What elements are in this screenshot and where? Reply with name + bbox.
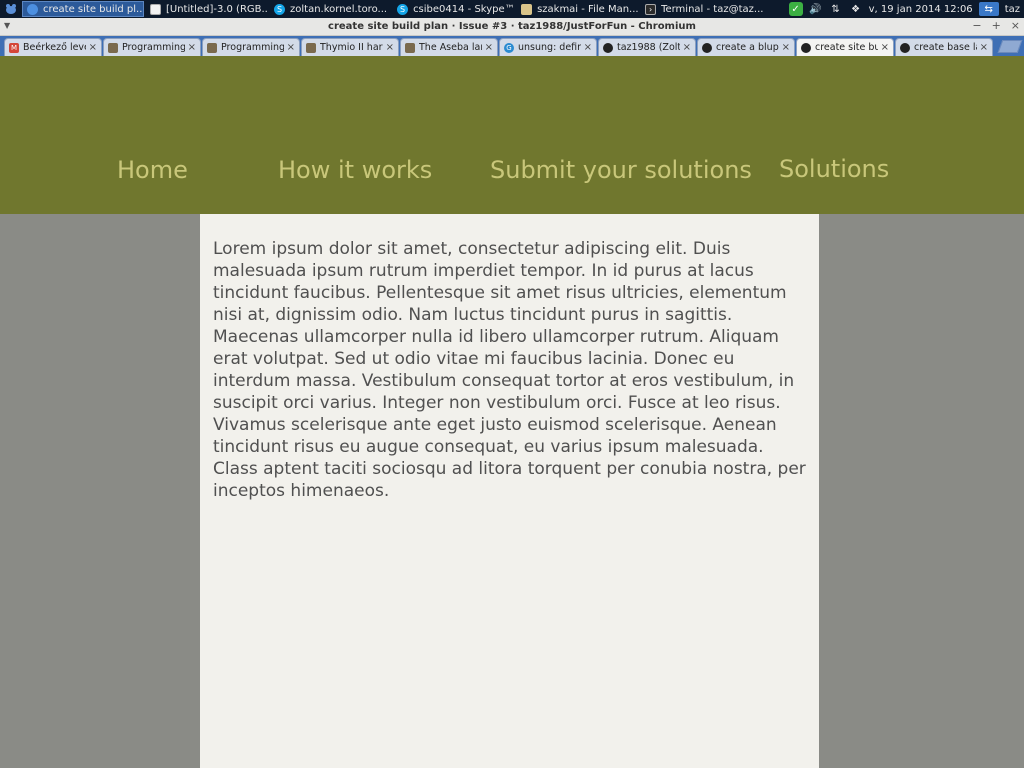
tab-title: The Aseba lar <box>419 42 482 53</box>
book-icon <box>207 42 217 53</box>
start-menu-button[interactable] <box>0 0 22 18</box>
browser-tab[interactable]: M Beérkező leve × <box>4 38 102 56</box>
window-title: create site build plan · Issue #3 · taz1… <box>328 21 696 32</box>
switch-user-icon[interactable]: ⇆ <box>978 2 999 16</box>
terminal-icon: › <box>645 3 657 15</box>
tab-title: Thymio II har <box>320 42 383 53</box>
taskbar-task-label: zoltan.kornel.toro... <box>290 3 388 15</box>
taskbar-task-terminal[interactable]: › Terminal - taz@taz... <box>641 1 763 17</box>
taskbar-task-label: [Untitled]-3.0 (RGB... <box>166 3 268 15</box>
chrome-icon <box>27 3 38 15</box>
browser-tab[interactable]: Programming × <box>202 38 300 56</box>
browser-tab[interactable]: G unsung: defir × <box>499 38 597 56</box>
main-content: Lorem ipsum dolor sit amet, consectetur … <box>200 214 819 768</box>
browser-tab[interactable]: create a blup × <box>697 38 795 56</box>
browser-tab[interactable]: The Aseba lar × <box>400 38 498 56</box>
dropbox-icon[interactable]: ❖ <box>849 2 863 16</box>
tab-title: create a blup <box>716 42 779 53</box>
taskbar-task-label: Terminal - taz@taz... <box>661 3 764 15</box>
book-icon <box>306 42 316 53</box>
taskbar-task-chromium[interactable]: create site build pl... <box>22 1 144 17</box>
tab-close-icon[interactable]: × <box>980 42 988 53</box>
body-text: Lorem ipsum dolor sit amet, consectetur … <box>213 239 806 501</box>
tab-title: Beérkező leve <box>23 42 86 53</box>
nav-submit-solutions-link[interactable]: Submit your solutions <box>490 156 752 184</box>
xfce-mouse-icon <box>6 4 16 14</box>
browser-tab-strip: M Beérkező leve × Programming × Programm… <box>0 36 1024 56</box>
github-icon <box>603 42 613 53</box>
minimize-icon[interactable]: − <box>972 19 981 32</box>
system-tray: ✓ 🔊 ⇅ ❖ v, 19 jan 2014 12:06 ⇆ taz <box>788 2 1024 16</box>
tab-title: unsung: defir <box>518 42 581 53</box>
gmail-icon: M <box>9 42 19 53</box>
update-check-icon[interactable]: ✓ <box>788 2 803 16</box>
tab-title: taz1988 (Zolt <box>617 42 680 53</box>
book-icon <box>108 42 118 53</box>
close-icon[interactable]: × <box>1011 19 1020 32</box>
tab-close-icon[interactable]: × <box>188 42 196 53</box>
tab-title: create base la <box>914 42 977 53</box>
tab-title: create site bu <box>815 42 878 53</box>
new-tab-button[interactable] <box>997 40 1023 53</box>
os-taskbar: create site build pl... [Untitled]-3.0 (… <box>0 0 1024 18</box>
window-titlebar: ▼ create site build plan · Issue #3 · ta… <box>0 18 1024 36</box>
tab-close-icon[interactable]: × <box>683 42 691 53</box>
github-icon <box>801 42 811 53</box>
book-icon <box>405 42 415 53</box>
skype-icon: S <box>397 3 409 15</box>
g-icon: G <box>504 42 514 53</box>
taskbar-task-skype-chat[interactable]: S zoltan.kornel.toro... <box>270 1 391 17</box>
tab-close-icon[interactable]: × <box>485 42 493 53</box>
browser-tab[interactable]: create base la × <box>895 38 993 56</box>
window-menu-icon[interactable]: ▼ <box>4 21 10 30</box>
skype-icon: S <box>274 3 285 15</box>
taskbar-task-skype[interactable]: S csibe0414 - Skype™ <box>393 1 515 17</box>
maximize-icon[interactable]: + <box>992 19 1001 32</box>
tab-title: Programming <box>122 42 185 53</box>
tab-close-icon[interactable]: × <box>287 42 295 53</box>
taskbar-task-label: create site build pl... <box>43 3 144 15</box>
tab-title: Programming <box>221 42 284 53</box>
document-icon <box>150 3 161 15</box>
clock[interactable]: v, 19 jan 2014 12:06 <box>869 4 973 15</box>
taskbar-task-label: szakmai - File Man... <box>537 3 639 15</box>
browser-tab[interactable]: taz1988 (Zolt × <box>598 38 696 56</box>
tab-close-icon[interactable]: × <box>782 42 790 53</box>
nav-home-link[interactable]: Home <box>117 156 188 184</box>
taskbar-task-gimp[interactable]: [Untitled]-3.0 (RGB... <box>146 1 268 17</box>
taskbar-task-label: csibe0414 - Skype™ <box>413 3 515 15</box>
site-header: Home How it works Submit your solutions … <box>0 56 1024 214</box>
nav-solutions-link[interactable]: Solutions <box>779 155 889 183</box>
browser-tab-active[interactable]: create site bu × <box>796 38 894 56</box>
network-arrows-icon[interactable]: ⇅ <box>829 2 843 16</box>
tab-close-icon[interactable]: × <box>584 42 592 53</box>
username[interactable]: taz <box>1005 4 1020 15</box>
volume-icon[interactable]: 🔊 <box>809 2 823 16</box>
github-icon <box>900 42 910 53</box>
taskbar-task-file-manager[interactable]: szakmai - File Man... <box>517 1 639 17</box>
tab-close-icon[interactable]: × <box>881 42 889 53</box>
tab-close-icon[interactable]: × <box>386 42 394 53</box>
folder-icon <box>521 3 533 15</box>
browser-tab[interactable]: Thymio II har × <box>301 38 399 56</box>
browser-tab[interactable]: Programming × <box>103 38 201 56</box>
window-controls: − + × <box>972 19 1020 32</box>
nav-how-it-works-link[interactable]: How it works <box>278 156 432 184</box>
tab-close-icon[interactable]: × <box>89 42 97 53</box>
github-icon <box>702 42 712 53</box>
